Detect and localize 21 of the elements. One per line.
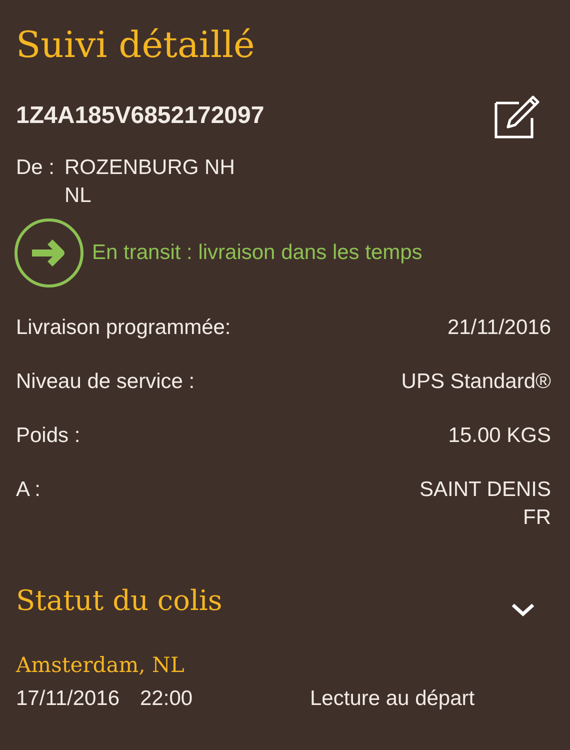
detail-label: Poids : [16, 423, 80, 449]
event-activity: Lecture au départ [310, 687, 475, 711]
event-location: Amsterdam, NL [16, 653, 186, 677]
detail-value: 21/11/2016 [447, 315, 551, 341]
detail-label: Niveau de service : [16, 369, 195, 395]
event-time: 22:00 [140, 687, 194, 711]
section-title: Statut du colis [16, 584, 222, 617]
detail-value: 15.00 KGS [448, 423, 551, 449]
detail-value: FR [523, 505, 551, 531]
status-text: En transit : livraison dans les temps [92, 241, 422, 265]
detail-value: SAINT DENIS [420, 477, 551, 503]
page-title: Suivi détaillé [16, 24, 256, 68]
origin-label: De : [16, 155, 55, 181]
chevron-icon[interactable] [511, 602, 535, 616]
origin-address: NL [64, 183, 92, 209]
origin-address: ROZENBURG NH [64, 155, 235, 181]
event-date: 17/11/2016 [16, 687, 121, 711]
detail-value: UPS Standard® [401, 369, 551, 395]
tracking-number: 1Z4A185V6852172097 [16, 102, 264, 130]
detail-label: A : [16, 477, 41, 503]
detail-label: Livraison programmée: [16, 315, 231, 341]
